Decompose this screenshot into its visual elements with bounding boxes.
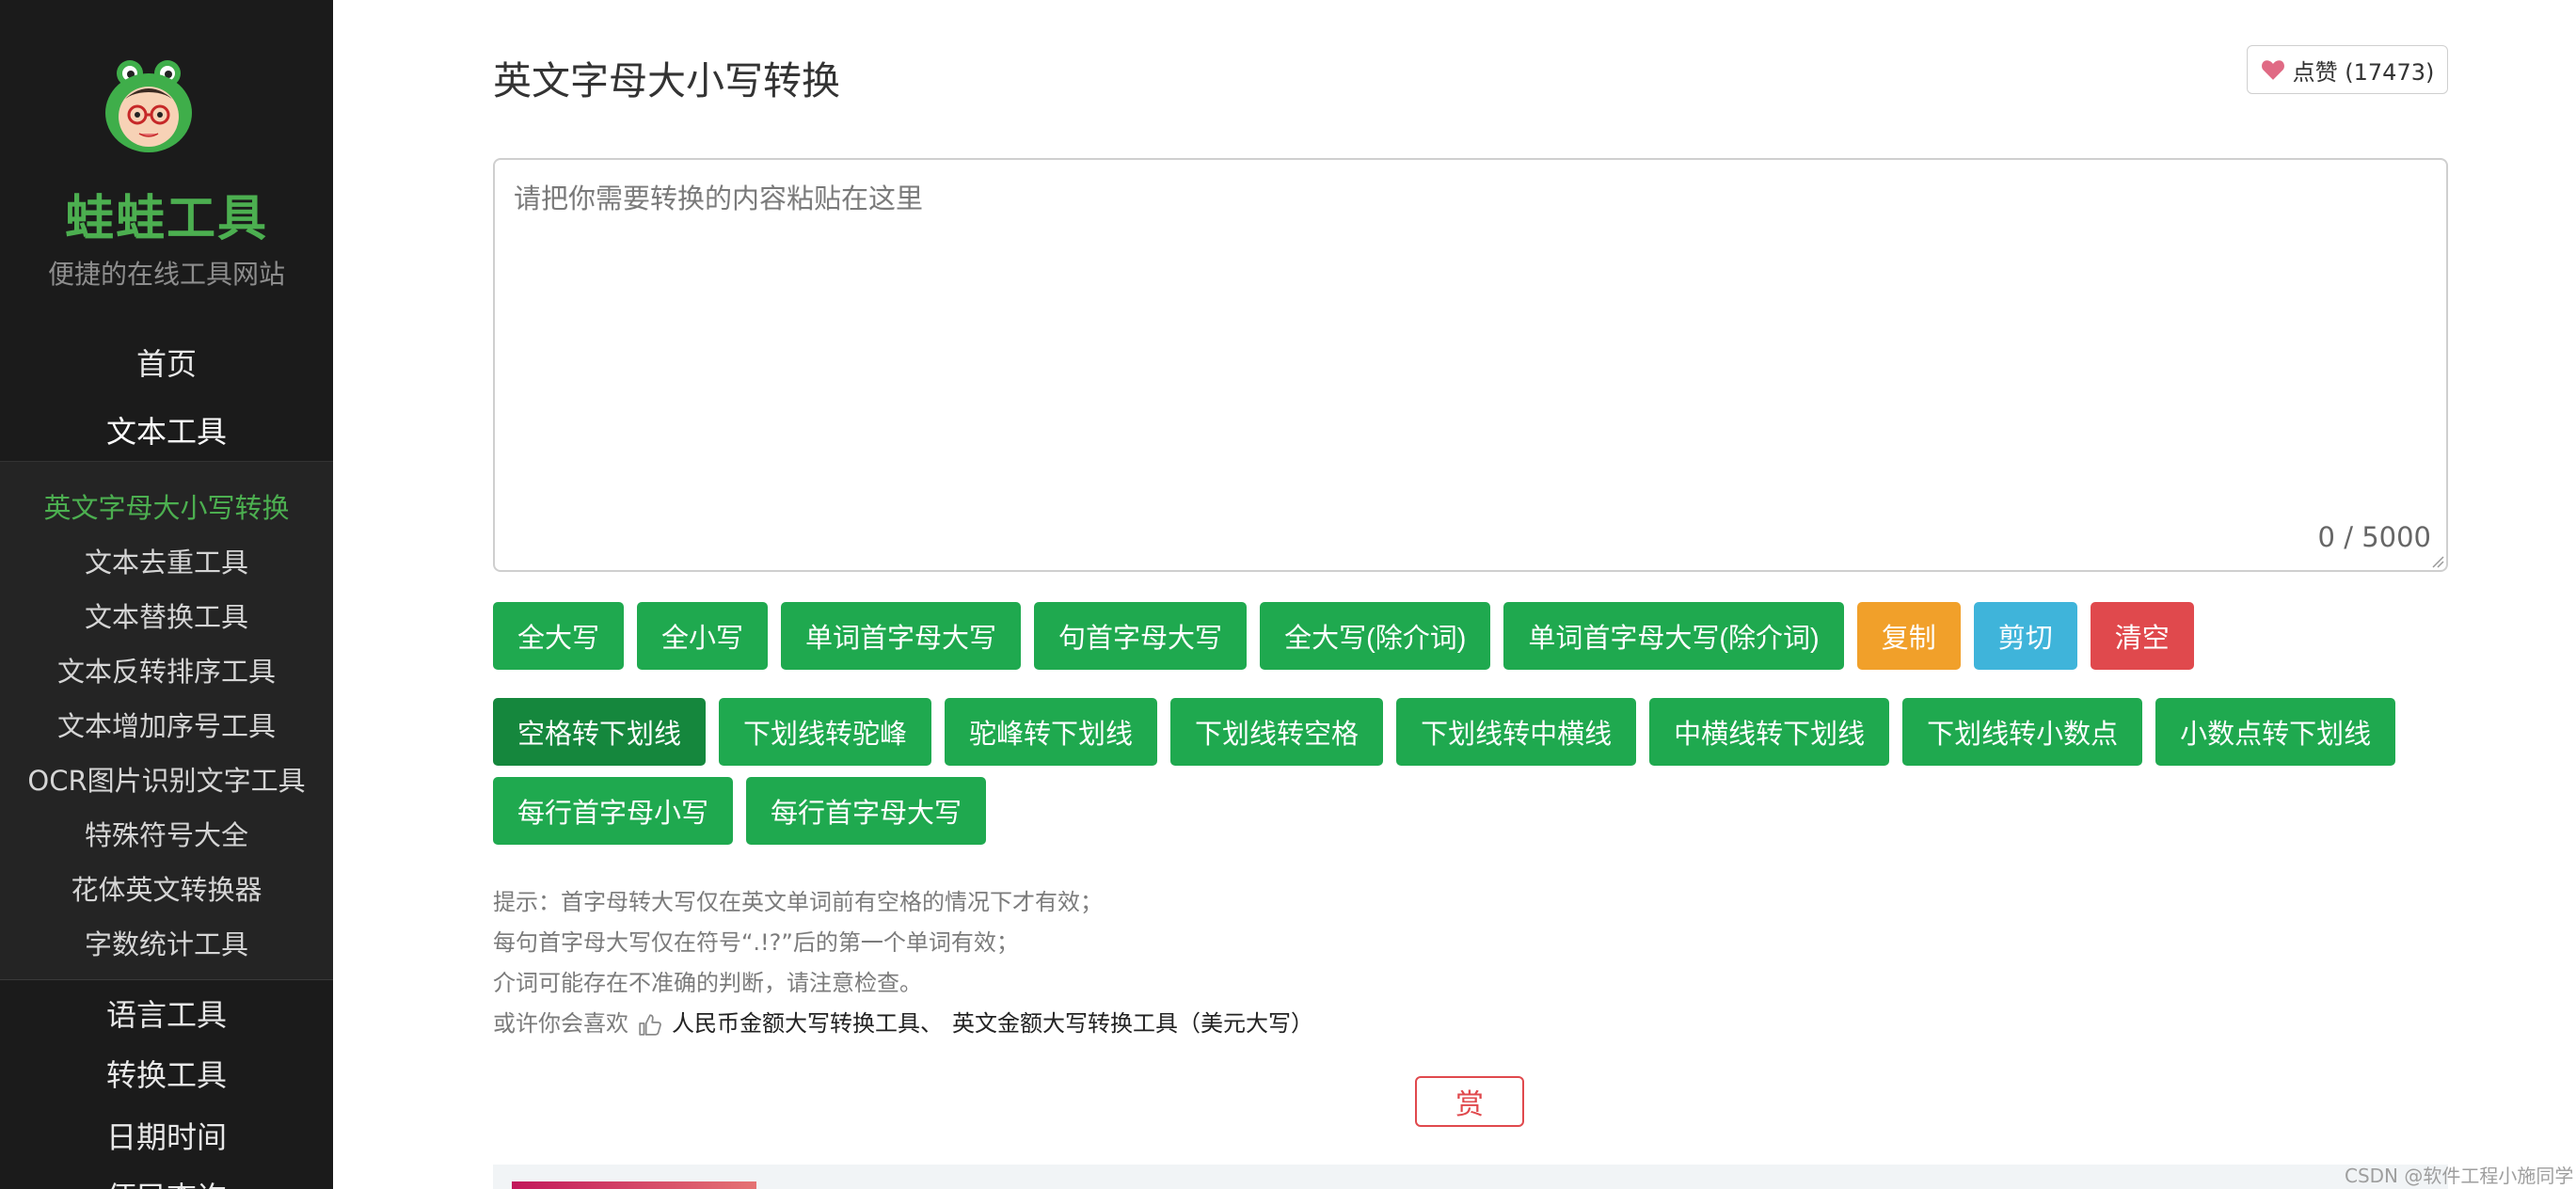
underscore-to-camel-button[interactable]: 下划线转驼峰 (719, 698, 932, 766)
line-first-upper-button[interactable]: 每行首字母大写 (746, 777, 987, 845)
underscore-buttons-row: 空格转下划线 下划线转驼峰 驼峰转下划线 下划线转空格 下划线转中横线 中横线转… (493, 698, 2396, 766)
camel-to-underscore-button[interactable]: 驼峰转下划线 (945, 698, 1158, 766)
link-rmb-amount-tool[interactable]: 人民币金额大写转换工具、 (672, 1004, 943, 1044)
char-counter: 0 / 5000 (2317, 521, 2431, 553)
submenu-item-reverse-sort[interactable]: 文本反转排序工具 (0, 650, 333, 690)
bottom-banner-image (512, 1181, 756, 1189)
nav-home[interactable]: 首页 (0, 341, 333, 384)
line-buttons-row: 每行首字母小写 每行首字母大写 (493, 777, 987, 845)
word-capitalize-except-prep-button[interactable]: 单词首字母大写(除介词) (1503, 602, 1844, 670)
submenu-item-special-symbols[interactable]: 特殊符号大全 (0, 814, 333, 853)
copy-button[interactable]: 复制 (1856, 602, 1961, 670)
reward-button[interactable]: 赏 (1415, 1076, 1524, 1127)
text-input-box: 0 / 5000 (493, 158, 2448, 572)
submenu-item-fancy-text[interactable]: 花体英文转换器 (0, 868, 333, 908)
maybe-like-label: 或许你会喜欢 (493, 1010, 628, 1037)
brand-tagline: 便捷的在线工具网站 (47, 259, 285, 290)
all-lower-button[interactable]: 全小写 (637, 602, 769, 670)
like-button[interactable]: 点赞 (17473) (2247, 45, 2448, 94)
dot-to-underscore-button[interactable]: 小数点转下划线 (2155, 698, 2396, 766)
clear-button[interactable]: 清空 (2090, 602, 2194, 670)
csdn-watermark: CSDN @软件工程小施同学 (2345, 1165, 2574, 1187)
text-tools-submenu: 英文字母大小写转换 文本去重工具 文本替换工具 文本反转排序工具 文本增加序号工… (0, 461, 333, 980)
link-usd-amount-tool[interactable]: 英文金额大写转换工具（美元大写） (952, 1004, 1313, 1044)
nav-convenience-query[interactable]: 便民查询 (0, 1174, 333, 1189)
submenu-item-case-convert[interactable]: 英文字母大小写转换 (0, 486, 333, 526)
submenu-item-ocr[interactable]: OCR图片识别文字工具 (0, 759, 333, 799)
tips-block: 提示：首字母转大写仅在英文单词前有空格的情况下才有效； 每句首字母大写仅在符号“… (493, 882, 1313, 1044)
all-upper-button[interactable]: 全大写 (493, 602, 625, 670)
case-buttons-row: 全大写 全小写 单词首字母大写 句首字母大写 全大写(除介词) 单词首字母大写(… (493, 602, 2194, 670)
frog-logo-icon[interactable] (102, 55, 196, 158)
tip-line: 提示：首字母转大写仅在英文单词前有空格的情况下才有效； (493, 889, 1103, 915)
nav-text-tools[interactable]: 文本工具 (0, 408, 333, 452)
tip-line: 每句首字母大写仅在符号“.!?”后的第一个单词有效； (493, 929, 1019, 956)
all-upper-except-prep-button[interactable]: 全大写(除介词) (1260, 602, 1491, 670)
like-label: 点赞 (17473) (2292, 58, 2435, 86)
text-input[interactable] (495, 160, 2446, 570)
underscore-to-hyphen-button[interactable]: 下划线转中横线 (1396, 698, 1637, 766)
underscore-to-dot-button[interactable]: 下划线转小数点 (1902, 698, 2143, 766)
submenu-item-add-numbers[interactable]: 文本增加序号工具 (0, 705, 333, 744)
bottom-panel (493, 1165, 2448, 1189)
submenu-item-word-count[interactable]: 字数统计工具 (0, 923, 333, 962)
thumbs-up-icon (639, 1013, 661, 1036)
sidebar: 蛙蛙工具 便捷的在线工具网站 首页 文本工具 英文字母大小写转换 文本去重工具 … (0, 0, 333, 1189)
submenu-item-replace[interactable]: 文本替换工具 (0, 595, 333, 635)
sentence-capitalize-button[interactable]: 句首字母大写 (1034, 602, 1248, 670)
maybe-like-row: 或许你会喜欢 人民币金额大写转换工具、 英文金额大写转换工具（美元大写） (493, 1004, 1313, 1044)
heart-icon (2261, 60, 2284, 80)
nav-convert-tools[interactable]: 转换工具 (0, 1052, 333, 1095)
cut-button[interactable]: 剪切 (1973, 602, 2077, 670)
submenu-item-dedupe[interactable]: 文本去重工具 (0, 541, 333, 580)
brand-name[interactable]: 蛙蛙工具 (0, 179, 333, 249)
resize-grip-icon[interactable] (2431, 555, 2444, 568)
underscore-to-space-button[interactable]: 下划线转空格 (1170, 698, 1384, 766)
hyphen-to-underscore-button[interactable]: 中横线转下划线 (1649, 698, 1890, 766)
nav-language-tools[interactable]: 语言工具 (0, 991, 333, 1035)
nav-date-time[interactable]: 日期时间 (0, 1114, 333, 1157)
page-title: 英文字母大小写转换 (493, 58, 840, 103)
space-to-underscore-button[interactable]: 空格转下划线 (493, 698, 707, 766)
line-first-lower-button[interactable]: 每行首字母小写 (493, 777, 734, 845)
tip-line: 介词可能存在不准确的判断，请注意检查。 (493, 970, 922, 996)
word-capitalize-button[interactable]: 单词首字母大写 (781, 602, 1022, 670)
